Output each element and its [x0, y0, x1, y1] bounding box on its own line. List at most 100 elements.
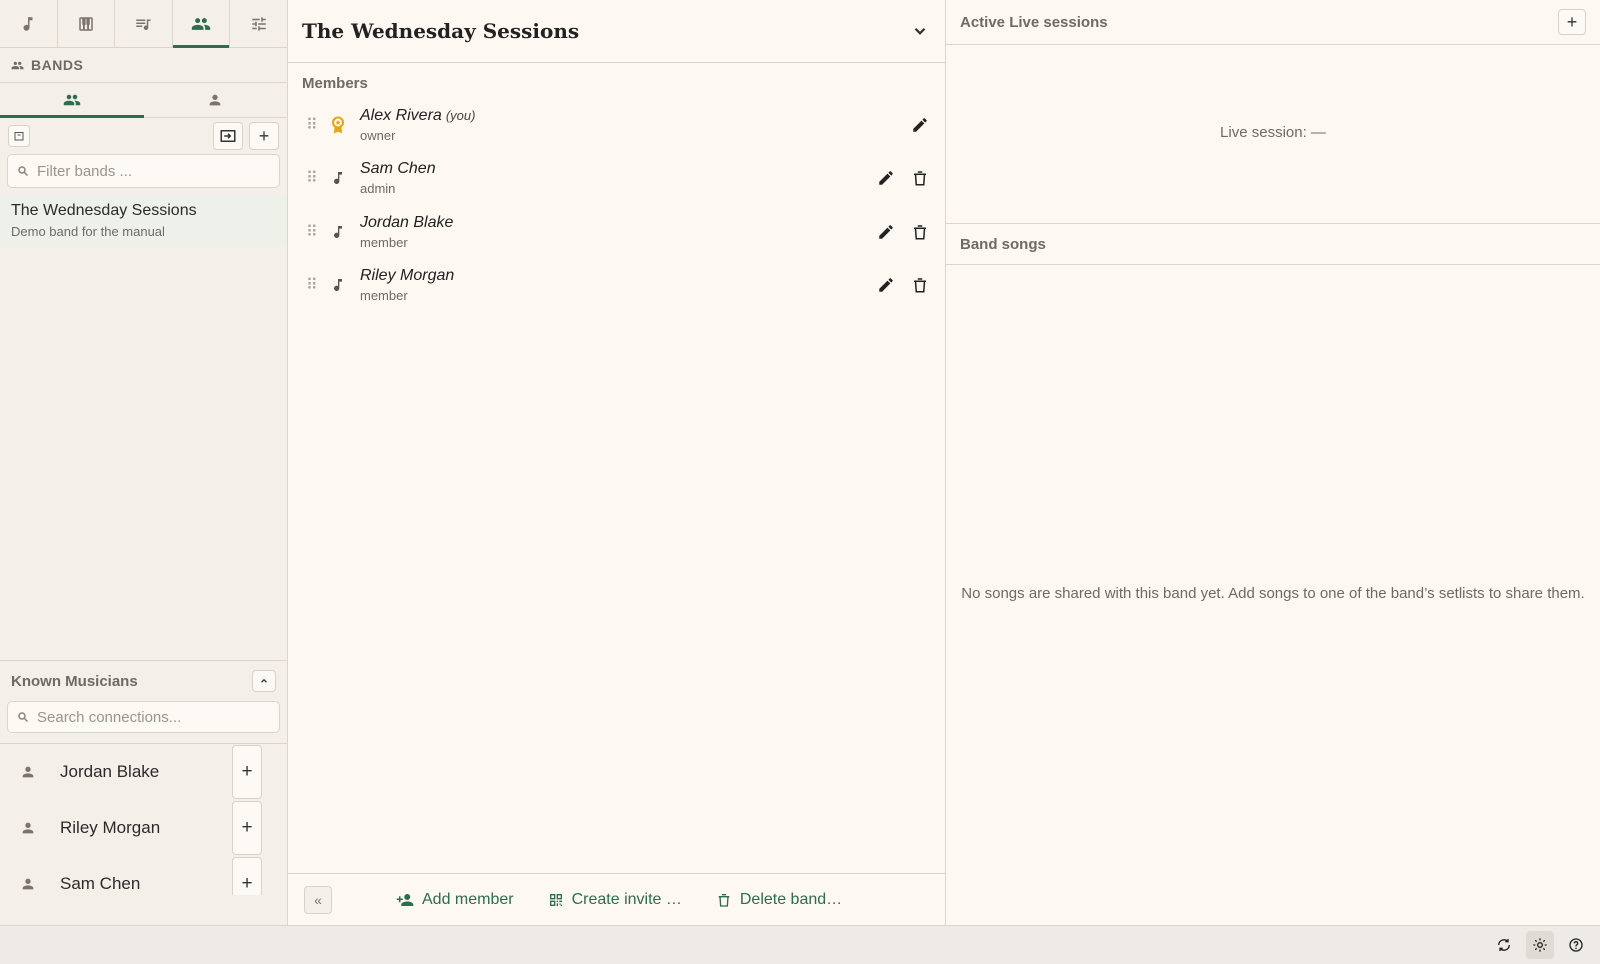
trash-icon	[718, 893, 730, 907]
delete-band-button[interactable]: Delete band…	[716, 891, 842, 909]
drag-handle-icon[interactable]: ⠿	[306, 115, 320, 135]
section-title: BANDS	[0, 48, 287, 83]
member-role: member	[360, 234, 408, 250]
search-placeholder: Search connections...	[37, 708, 182, 726]
trash-icon[interactable]	[911, 223, 929, 241]
trash-icon[interactable]	[911, 276, 929, 294]
help-button[interactable]	[1562, 931, 1590, 959]
people-icon	[191, 17, 211, 30]
known-musicians-list: Jordan Blake + Riley Morgan + Sam Chen +	[0, 743, 287, 895]
member-row[interactable]: ⠿ Alex Rivera (you) owner	[288, 98, 945, 152]
search-icon	[18, 166, 29, 177]
subtab-profile[interactable]	[144, 83, 288, 117]
music-note-icon	[328, 276, 348, 294]
member-you-tag: (you)	[445, 107, 476, 123]
bands-toolbar: +	[0, 118, 287, 154]
create-invite-button[interactable]: Create invite …	[548, 891, 682, 909]
tab-songs[interactable]	[0, 0, 58, 47]
tab-bands[interactable]	[172, 0, 231, 48]
band-list-item[interactable]: The Wednesday Sessions Demo band for the…	[0, 194, 287, 246]
band-description: Demo band for the manual	[11, 224, 165, 239]
add-musician-button[interactable]: +	[232, 745, 262, 799]
edit-icon[interactable]	[877, 223, 895, 241]
person-icon	[22, 878, 34, 890]
filter-placeholder: Filter bands ...	[37, 162, 133, 180]
sync-button[interactable]	[1490, 931, 1518, 959]
add-live-session-button[interactable]: +	[1558, 9, 1586, 35]
add-member-button[interactable]: Add member	[396, 891, 514, 909]
add-band-button[interactable]: +	[249, 122, 279, 150]
plus-icon: +	[241, 761, 253, 782]
section-title-label: BANDS	[31, 57, 84, 73]
qr-code-icon	[549, 893, 562, 906]
tab-setlists[interactable]	[115, 0, 173, 47]
musician-name: Riley Morgan	[60, 818, 161, 837]
band-detail-panel: The Wednesday Sessions Members ⠿ Alex Ri…	[288, 0, 946, 925]
music-note-icon	[328, 223, 348, 241]
drag-handle-icon[interactable]: ⠿	[306, 168, 320, 188]
subtab-bands[interactable]	[0, 83, 144, 118]
list-item[interactable]: Sam Chen +	[0, 856, 287, 895]
right-panel: Active Live sessions + Live session: — B…	[946, 0, 1600, 925]
filter-bands-input[interactable]: Filter bands ...	[7, 154, 280, 188]
member-info: Alex Rivera (you) owner	[360, 107, 475, 143]
tab-instruments[interactable]	[58, 0, 116, 47]
member-row[interactable]: ⠿ Jordan Blake member	[288, 205, 945, 259]
search-connections-input[interactable]: Search connections...	[7, 701, 280, 733]
member-role: admin	[360, 181, 396, 197]
owner-badge-icon	[328, 114, 348, 136]
status-bar	[0, 925, 1600, 964]
known-musicians-panel: Known Musicians Search connections... Jo…	[0, 660, 287, 895]
member-actions	[877, 169, 929, 187]
add-musician-button[interactable]: +	[232, 801, 262, 855]
band-header: The Wednesday Sessions	[288, 0, 945, 63]
drag-handle-icon[interactable]: ⠿	[306, 222, 320, 242]
playlist-icon	[136, 19, 151, 30]
live-sessions-header: Active Live sessions +	[946, 0, 1600, 45]
member-name: Jordan Blake	[360, 213, 454, 231]
member-info: Sam Chen admin	[360, 160, 436, 196]
member-actions	[877, 276, 929, 294]
plus-icon: +	[258, 125, 270, 146]
add-member-label: Add member	[422, 890, 514, 908]
tab-settings[interactable]	[230, 0, 287, 47]
main-nav	[0, 0, 287, 48]
member-actions	[911, 116, 929, 134]
member-row[interactable]: ⠿ Riley Morgan member	[288, 259, 945, 313]
person-icon	[22, 822, 34, 834]
piano-icon	[79, 16, 93, 31]
edit-icon[interactable]	[877, 276, 895, 294]
chevron-down-icon[interactable]	[911, 22, 929, 40]
member-name: Riley Morgan	[360, 267, 455, 285]
live-session-status: Live session: —	[946, 45, 1600, 224]
music-note-icon	[328, 169, 348, 187]
person-icon	[209, 94, 221, 106]
list-item[interactable]: Jordan Blake +	[0, 744, 287, 800]
musician-name: Jordan Blake	[60, 762, 160, 781]
collapse-known-button[interactable]	[252, 670, 276, 692]
create-invite-label: Create invite …	[571, 890, 682, 908]
add-musician-button[interactable]: +	[232, 857, 262, 895]
list-item[interactable]: Riley Morgan +	[0, 800, 287, 856]
help-icon	[1569, 938, 1583, 952]
double-chevron-left-icon: «	[314, 891, 322, 908]
sync-icon	[1498, 939, 1510, 951]
music-note-icon	[23, 16, 33, 31]
collapse-sidebar-button[interactable]: «	[304, 885, 332, 914]
live-sessions-title: Active Live sessions	[960, 13, 1108, 31]
plus-icon: +	[241, 817, 253, 838]
drag-handle-icon[interactable]: ⠿	[306, 275, 320, 295]
settings-button[interactable]	[1526, 931, 1554, 959]
edit-icon[interactable]	[911, 116, 929, 134]
member-row[interactable]: ⠿ Sam Chen admin	[288, 152, 945, 206]
trash-icon[interactable]	[911, 169, 929, 187]
archive-button[interactable]	[8, 125, 30, 147]
sidebar: BANDS + Filter bands ... The Wednesday S…	[0, 0, 288, 925]
members-label: Members	[302, 75, 368, 92]
tune-icon	[251, 16, 266, 31]
known-musicians-title: Known Musicians	[11, 672, 138, 690]
edit-icon[interactable]	[877, 169, 895, 187]
import-button[interactable]	[213, 122, 243, 150]
page-title: The Wednesday Sessions	[302, 19, 580, 43]
member-name: Sam Chen	[360, 160, 436, 178]
